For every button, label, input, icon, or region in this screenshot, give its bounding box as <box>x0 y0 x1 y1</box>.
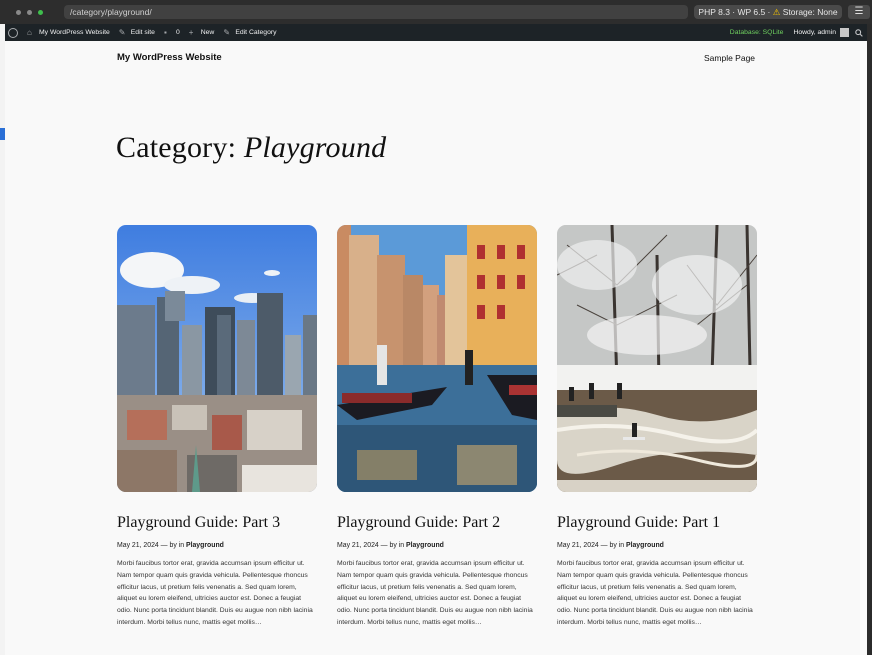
close-window-icon[interactable] <box>16 9 21 15</box>
post-category-link[interactable]: Playground <box>186 542 224 549</box>
archive-title-name: Playground <box>243 131 387 164</box>
adminbar-site-name[interactable]: ⌂ My WordPress Website <box>27 27 110 37</box>
post-date: May 21, 2024 <box>117 542 159 549</box>
post-title[interactable]: Playground Guide: Part 3 <box>117 514 317 532</box>
pencil-icon: ✎ <box>223 27 231 37</box>
hamburger-menu-icon[interactable]: ☰ <box>848 5 870 19</box>
post-excerpt: Morbi faucibus tortor erat, gravida accu… <box>337 560 533 626</box>
post-byline: — by in <box>158 542 186 549</box>
post-category-link[interactable]: Playground <box>406 542 444 549</box>
post-title[interactable]: Playground Guide: Part 1 <box>557 514 757 532</box>
post-meta: May 21, 2024 — by in Playground <box>557 542 757 549</box>
post-featured-image[interactable] <box>117 225 317 492</box>
howdy-label: Howdy, admin <box>793 29 836 36</box>
post-category-link[interactable]: Playground <box>626 542 664 549</box>
adminbar-new-label: New <box>200 29 215 36</box>
search-icon[interactable] <box>855 28 863 37</box>
post-byline: — by in <box>598 542 626 549</box>
post-featured-image[interactable] <box>337 225 537 492</box>
adminbar-comments-count: 0 <box>175 29 180 36</box>
avatar <box>840 28 849 37</box>
post-meta: May 21, 2024 — by in Playground <box>117 542 317 549</box>
post-featured-image[interactable] <box>557 225 757 492</box>
database-indicator[interactable]: Database: SQLite <box>730 29 784 36</box>
maximize-window-icon[interactable] <box>38 9 43 15</box>
page-content: My WordPress Website Sample Page Categor… <box>5 41 867 655</box>
adminbar-edit-site[interactable]: ✎ Edit site <box>118 27 155 37</box>
adminbar-right: Database: SQLite Howdy, admin <box>730 24 863 41</box>
adminbar-site-name-label: My WordPress Website <box>39 29 110 36</box>
address-bar[interactable]: /category/playground/ <box>64 5 688 19</box>
post-excerpt: Morbi faucibus tortor erat, gravida accu… <box>117 560 313 626</box>
post-title[interactable]: Playground Guide: Part 2 <box>337 514 537 532</box>
post-excerpt: Morbi faucibus tortor erat, gravida accu… <box>557 560 753 626</box>
post-card: Playground Guide: Part 3 May 21, 2024 — … <box>117 225 317 629</box>
minimize-window-icon[interactable] <box>27 9 32 15</box>
comment-bubble-icon: ▪ <box>163 27 167 37</box>
brush-icon: ✎ <box>118 27 126 37</box>
browser-toolbar: /category/playground/ PHP 8.3 · WP 6.5 ·… <box>0 0 872 24</box>
archive-title: Category: Playground <box>116 131 386 165</box>
wordpress-logo-icon[interactable] <box>8 27 18 38</box>
env-badge-suffix: Storage: None <box>780 7 838 17</box>
post-byline: — by in <box>378 542 406 549</box>
archive-title-prefix: Category: <box>116 131 244 164</box>
wp-admin-bar: ⌂ My WordPress Website ✎ Edit site ▪ 0 +… <box>5 24 867 41</box>
adminbar-new[interactable]: + New <box>188 27 215 37</box>
post-card: Playground Guide: Part 2 May 21, 2024 — … <box>337 225 537 629</box>
adminbar-edit-category[interactable]: ✎ Edit Category <box>223 27 277 37</box>
post-date: May 21, 2024 <box>337 542 379 549</box>
environment-badge[interactable]: PHP 8.3 · WP 6.5 · ⚠ Storage: None <box>694 5 842 19</box>
window-right-edge <box>867 24 872 655</box>
env-badge-prefix: PHP 8.3 · WP 6.5 · <box>698 7 773 17</box>
window-controls <box>16 9 64 15</box>
post-date: May 21, 2024 <box>557 542 599 549</box>
adminbar-edit-site-label: Edit site <box>130 29 155 36</box>
adminbar-account[interactable]: Howdy, admin <box>793 28 849 37</box>
home-icon: ⌂ <box>27 27 32 37</box>
adminbar-edit-category-label: Edit Category <box>235 29 277 36</box>
nav-sample-page[interactable]: Sample Page <box>704 53 755 63</box>
post-meta: May 21, 2024 — by in Playground <box>337 542 537 549</box>
site-title[interactable]: My WordPress Website <box>117 52 222 63</box>
adminbar-comments[interactable]: ▪ 0 <box>163 27 180 37</box>
post-card: Playground Guide: Part 1 May 21, 2024 — … <box>557 225 757 629</box>
plus-icon: + <box>188 27 194 37</box>
